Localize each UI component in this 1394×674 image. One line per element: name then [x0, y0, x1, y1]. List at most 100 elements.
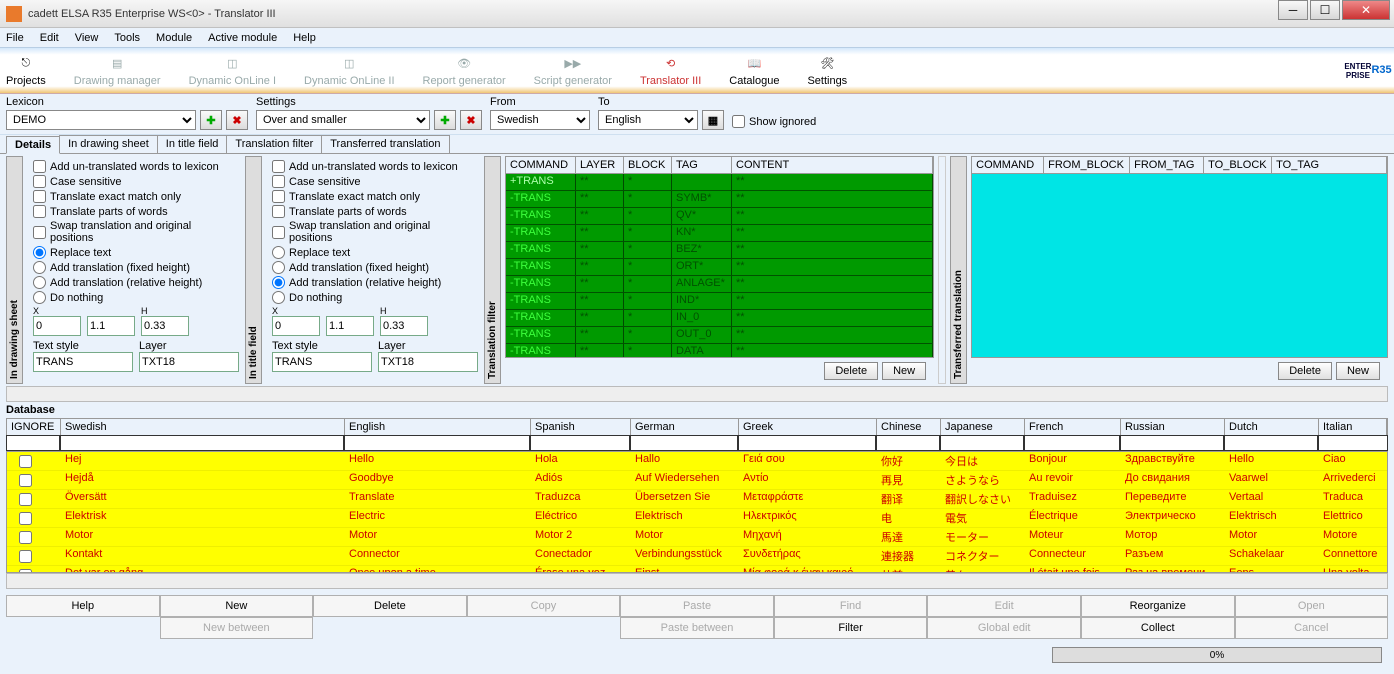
- db-filter-input[interactable]: [1120, 435, 1224, 451]
- db-filter-input[interactable]: [630, 435, 738, 451]
- db-row[interactable]: MotorMotorMotor 2MotorΜηχανή馬達モーターMoteur…: [7, 528, 1387, 547]
- to-select[interactable]: English: [598, 110, 698, 130]
- opt-add-rel[interactable]: Add translation (relative height): [33, 276, 235, 289]
- ribbon-dynamic-online-1[interactable]: ◫Dynamic OnLine I: [189, 55, 276, 87]
- opt-do-nothing[interactable]: Do nothing: [33, 291, 235, 304]
- filter-row[interactable]: -TRANS***ANLAGE***: [506, 276, 933, 293]
- db-row[interactable]: KontaktConnectorConectadorVerbindungsstü…: [7, 547, 1387, 566]
- minimize-button[interactable]: ─: [1278, 0, 1308, 20]
- db-header-english[interactable]: English: [345, 419, 531, 435]
- opt-exact-match[interactable]: Translate exact match only: [272, 190, 474, 203]
- opt-case-sensitive[interactable]: Case sensitive: [33, 175, 235, 188]
- db-row[interactable]: HejdåGoodbyeAdiósAuf WiedersehenΑντίο再見さ…: [7, 471, 1387, 490]
- filter-row[interactable]: -TRANS***BEZ***: [506, 242, 933, 259]
- filter-delete-button[interactable]: Delete: [824, 362, 878, 380]
- db-header-russian[interactable]: Russian: [1121, 419, 1225, 435]
- menu-module[interactable]: Module: [156, 32, 192, 44]
- reorganize-button[interactable]: Reorganize: [1081, 595, 1235, 617]
- opt-add-fixed[interactable]: Add translation (fixed height): [272, 261, 474, 274]
- filter-row[interactable]: -TRANS***DATA**: [506, 344, 933, 358]
- filter-row[interactable]: +TRANS*****: [506, 174, 933, 191]
- db-filter-input[interactable]: [60, 435, 344, 451]
- transfer-delete-button[interactable]: Delete: [1278, 362, 1332, 380]
- db-header-greek[interactable]: Greek: [739, 419, 877, 435]
- tab-title-field[interactable]: In title field: [157, 135, 228, 153]
- delete-button[interactable]: Delete: [313, 595, 467, 617]
- opt-case-sensitive[interactable]: Case sensitive: [272, 175, 474, 188]
- filter-button[interactable]: Filter: [774, 617, 928, 639]
- maximize-button[interactable]: ☐: [1310, 0, 1340, 20]
- ribbon-drawing-manager[interactable]: ▤Drawing manager: [74, 55, 161, 87]
- ignore-cell[interactable]: [7, 490, 61, 508]
- ignore-cell[interactable]: [7, 471, 61, 489]
- edit-button[interactable]: Edit: [927, 595, 1081, 617]
- global-edit-button[interactable]: Global edit: [927, 617, 1081, 639]
- ignore-cell[interactable]: [7, 547, 61, 565]
- db-filter-input[interactable]: [738, 435, 876, 451]
- ribbon-script-generator[interactable]: ▶▶Script generator: [534, 55, 612, 87]
- db-row[interactable]: HejHelloHolaHalloΓειά σου你好今日はBonjourЗдр…: [7, 452, 1387, 471]
- db-filter-input[interactable]: [940, 435, 1024, 451]
- menu-view[interactable]: View: [75, 32, 99, 44]
- opt-replace[interactable]: Replace text: [33, 246, 235, 259]
- settings-add-button[interactable]: ✚: [434, 110, 456, 130]
- database-body[interactable]: HejHelloHolaHalloΓειά σου你好今日はBonjourЗдр…: [6, 451, 1388, 573]
- open-button[interactable]: Open: [1235, 595, 1389, 617]
- db-filter-input[interactable]: [530, 435, 630, 451]
- textstyle-input[interactable]: [272, 352, 372, 372]
- db-header-italian[interactable]: Italian: [1319, 419, 1387, 435]
- splitter[interactable]: [938, 156, 946, 384]
- db-filter-input[interactable]: [344, 435, 530, 451]
- show-ignored-checkbox[interactable]: Show ignored: [732, 115, 816, 128]
- grid-toggle-button[interactable]: ▦: [702, 110, 724, 130]
- opt-add-rel[interactable]: Add translation (relative height): [272, 276, 474, 289]
- mid-input[interactable]: [87, 316, 135, 336]
- ignore-cell[interactable]: [7, 452, 61, 470]
- ribbon-catalogue[interactable]: 📖Catalogue: [729, 55, 779, 87]
- tab-translation-filter[interactable]: Translation filter: [226, 135, 322, 153]
- opt-replace[interactable]: Replace text: [272, 246, 474, 259]
- vtab-drawing-sheet[interactable]: In drawing sheet: [6, 156, 23, 384]
- db-header-swedish[interactable]: Swedish: [61, 419, 345, 435]
- mid-input[interactable]: [326, 316, 374, 336]
- ribbon-settings[interactable]: 🛠Settings: [807, 55, 847, 87]
- opt-exact-match[interactable]: Translate exact match only: [33, 190, 235, 203]
- db-header-ignore[interactable]: IGNORE: [7, 419, 61, 435]
- menu-edit[interactable]: Edit: [40, 32, 59, 44]
- opt-swap[interactable]: Swap translation and original positions: [272, 220, 474, 244]
- vtab-title-field[interactable]: In title field: [245, 156, 262, 384]
- textstyle-input[interactable]: [33, 352, 133, 372]
- collect-button[interactable]: Collect: [1081, 617, 1235, 639]
- db-header-japanese[interactable]: Japanese: [941, 419, 1025, 435]
- db-header-chinese[interactable]: Chinese: [877, 419, 941, 435]
- h-input[interactable]: [380, 316, 428, 336]
- layer-input[interactable]: [139, 352, 239, 372]
- opt-parts-words[interactable]: Translate parts of words: [272, 205, 474, 218]
- db-filter-input[interactable]: [1224, 435, 1318, 451]
- transfer-body[interactable]: [971, 174, 1388, 358]
- lexicon-delete-button[interactable]: ✖: [226, 110, 248, 130]
- filter-row[interactable]: -TRANS***SYMB***: [506, 191, 933, 208]
- opt-add-untranslated[interactable]: Add un-translated words to lexicon: [33, 160, 235, 173]
- ribbon-projects[interactable]: ⎋Projects: [6, 55, 46, 87]
- menu-file[interactable]: File: [6, 32, 24, 44]
- filter-row[interactable]: -TRANS***IND***: [506, 293, 933, 310]
- x-input[interactable]: [33, 316, 81, 336]
- db-header-dutch[interactable]: Dutch: [1225, 419, 1319, 435]
- lexicon-add-button[interactable]: ✚: [200, 110, 222, 130]
- layer-input[interactable]: [378, 352, 478, 372]
- db-header-french[interactable]: French: [1025, 419, 1121, 435]
- new-button[interactable]: New: [160, 595, 314, 617]
- opt-add-untranslated[interactable]: Add un-translated words to lexicon: [272, 160, 474, 173]
- cancel-button[interactable]: Cancel: [1235, 617, 1389, 639]
- lexicon-select[interactable]: DEMO: [6, 110, 196, 130]
- db-filter-input[interactable]: [1318, 435, 1388, 451]
- filter-row[interactable]: -TRANS***KN***: [506, 225, 933, 242]
- ignore-cell[interactable]: [7, 528, 61, 546]
- db-filter-input[interactable]: [6, 435, 60, 451]
- menu-help[interactable]: Help: [293, 32, 316, 44]
- ignore-cell[interactable]: [7, 509, 61, 527]
- ignore-cell[interactable]: [7, 566, 61, 573]
- filter-row[interactable]: -TRANS***IN_0**: [506, 310, 933, 327]
- db-row[interactable]: ÖversättTranslateTraduzcaÜbersetzen SieΜ…: [7, 490, 1387, 509]
